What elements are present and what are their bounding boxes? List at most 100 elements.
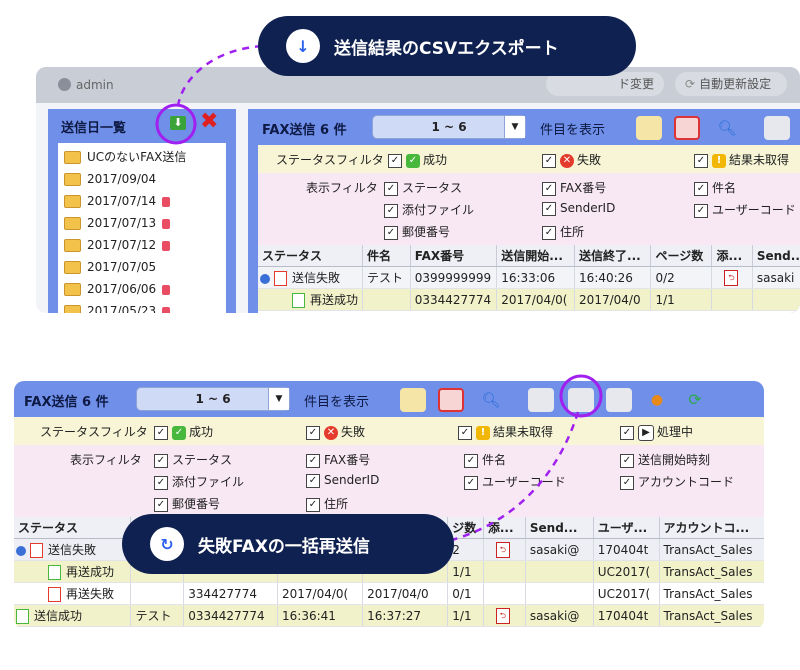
column-header[interactable]: ページ数	[650, 245, 713, 267]
collapse-toggle-icon[interactable]	[260, 273, 270, 284]
refresh-icon[interactable]: ⟳	[682, 388, 708, 412]
display-filter-option[interactable]: ✓ ステータス	[384, 179, 462, 196]
display-filter-option[interactable]: ✓ 添付ファイル	[384, 201, 474, 218]
column-header[interactable]: ステータス	[14, 517, 132, 539]
status-filter-option[interactable]: ✓! 結果未取得	[458, 423, 553, 440]
column-header[interactable]: Send...	[752, 245, 800, 267]
status-filter-option[interactable]: ✓ ✕ 失敗	[306, 423, 365, 440]
display-filter-option[interactable]: ✓ アカウントコード	[620, 473, 734, 490]
checkbox-checked[interactable]: ✓	[154, 497, 168, 512]
checkbox-checked[interactable]: ✓	[154, 453, 168, 468]
checkbox-checked[interactable]: ✓	[306, 425, 320, 440]
sidebar-item[interactable]: 2017/07/12	[64, 235, 171, 255]
column-header[interactable]: 送信開始...	[496, 245, 576, 267]
checkbox-checked[interactable]: ✓	[464, 475, 478, 490]
sidebar-item[interactable]: 2017/07/13	[64, 213, 171, 233]
display-filter-option[interactable]: ✓ 住所	[306, 495, 348, 512]
column-header[interactable]: FAX番号	[410, 245, 498, 267]
sidebar-item[interactable]: 2017/07/14	[64, 191, 171, 211]
page-range-select[interactable]: 1 ~ 6 ▼	[372, 115, 526, 139]
display-filter-option[interactable]: ✓ FAX番号	[542, 179, 606, 196]
table-row[interactable]: 送信成功 テスト 0334427774 16:36:41 16:37:27 1/1 ⮌ sas…	[14, 604, 764, 627]
status-filter-option[interactable]: ✓ ▶ 処理中	[620, 423, 693, 441]
checkbox-checked[interactable]: ✓	[384, 225, 398, 240]
display-filter-option[interactable]: ✓ 郵便番号	[154, 495, 220, 512]
checkbox-checked[interactable]: ✓	[542, 225, 556, 240]
display-filter-option[interactable]: ✓ ユーザーコード	[464, 473, 566, 490]
display-filter-option[interactable]: ✓ 住所	[542, 223, 584, 240]
column-header[interactable]: ユーザ...	[593, 517, 660, 539]
display-filter-option[interactable]: ✓ 添付ファイル	[154, 473, 244, 490]
pdf-icon[interactable]: ⮌	[495, 542, 510, 558]
checkbox-checked[interactable]: ✓	[694, 203, 708, 218]
checkbox-checked[interactable]: ✓	[154, 425, 168, 440]
status-filter-option[interactable]: ✓ ✓ 成功	[388, 151, 447, 168]
column-header[interactable]: ジ数	[447, 517, 484, 539]
status-filter-option[interactable]: ✓! 結果未取得	[694, 151, 789, 168]
page-range-select[interactable]: 1 ~ 6 ▼	[136, 387, 290, 411]
status-filter-option[interactable]: ✓ ✕ 失敗	[542, 151, 601, 168]
auto-refresh-settings-button[interactable]: ⟳ 自動更新設定	[675, 72, 787, 96]
display-filter-option[interactable]: ✓ 件名	[464, 451, 506, 468]
range-suffix: 件目を表示	[304, 395, 370, 410]
status-filter-option[interactable]: ✓ ✓ 成功	[154, 423, 213, 440]
checkbox-checked[interactable]: ✓	[542, 181, 556, 196]
checkbox-checked[interactable]: ✓	[458, 425, 472, 440]
column-header[interactable]: 送信終了...	[574, 245, 652, 267]
display-filter-option[interactable]: ✓ ユーザーコード	[694, 201, 796, 218]
sidebar-item[interactable]: 2017/06/06	[64, 279, 171, 299]
column-header[interactable]: ステータス	[258, 245, 364, 267]
document-icon[interactable]	[764, 116, 790, 140]
checkbox-checked[interactable]: ✓	[464, 453, 478, 468]
display-filter-option[interactable]: ✓ FAX番号	[306, 451, 370, 468]
checkbox-checked[interactable]: ✓	[694, 153, 708, 168]
table-row[interactable]: 送信失敗 テスト 0399999999 16:33:06 16:40:26 0/2 ⮌ sas…	[258, 266, 800, 289]
checkbox-checked[interactable]: ✓	[306, 497, 320, 512]
display-filter-option[interactable]: ✓ 郵便番号	[384, 223, 450, 240]
column-header[interactable]: 添...	[711, 245, 753, 267]
delete-icon[interactable]: ✖	[200, 109, 218, 134]
bulk-resend-icon[interactable]	[568, 388, 594, 412]
checkbox-checked[interactable]: ✓	[620, 425, 634, 440]
display-filter-option[interactable]: ✓ 件名	[694, 179, 736, 196]
checkbox-checked[interactable]: ✓	[620, 453, 634, 468]
checkbox-checked[interactable]: ✓	[542, 201, 556, 216]
display-filter-option[interactable]: ✓ ステータス	[154, 451, 232, 468]
collapse-toggle-icon[interactable]	[16, 545, 26, 556]
display-filter-option[interactable]: ✓ 送信開始時刻	[620, 451, 710, 468]
palette-icon[interactable]: ●	[644, 388, 670, 412]
table-row[interactable]: 再送成功 0334427774 2017/04/0(2017/04/0 1/1	[258, 288, 800, 311]
csv-export-icon[interactable]: ⬇	[170, 116, 186, 130]
pdf-icon[interactable]: ⮌	[495, 608, 510, 624]
checkbox-checked[interactable]: ✓	[620, 475, 634, 490]
print-icon[interactable]	[606, 388, 632, 412]
column-header[interactable]: アカウントコ...	[659, 517, 764, 539]
search-icon[interactable]: 🔍︎	[714, 116, 740, 140]
pdf-icon[interactable]: ⮌	[724, 270, 739, 286]
display-filter-option[interactable]: ✓ SenderID	[306, 473, 379, 488]
checkbox-checked[interactable]: ✓	[384, 203, 398, 218]
sidebar-item[interactable]: 2017/05/23	[64, 301, 171, 313]
calendar-icon[interactable]	[674, 116, 700, 140]
sidebar-item[interactable]: UCのないFAX送信	[64, 147, 186, 167]
checkbox-checked[interactable]: ✓	[306, 473, 320, 488]
column-header[interactable]: 件名	[362, 245, 411, 267]
display-filter-text: ユーザーコード	[712, 203, 796, 217]
document-icon[interactable]	[528, 388, 554, 412]
search-icon[interactable]: 🔍︎	[478, 388, 504, 412]
resend-icon[interactable]	[636, 116, 662, 140]
checkbox-checked[interactable]: ✓	[154, 475, 168, 490]
checkbox-checked[interactable]: ✓	[542, 153, 556, 168]
checkbox-checked[interactable]: ✓	[306, 453, 320, 468]
column-header[interactable]: 添...	[483, 517, 526, 539]
checkbox-checked[interactable]: ✓	[388, 153, 402, 168]
sidebar-item[interactable]: 2017/07/05	[64, 257, 156, 277]
table-row[interactable]: 再送失敗 334427774 2017/04/0(2017/04/0 0/1 UC201…	[14, 582, 764, 605]
calendar-icon[interactable]	[438, 388, 464, 412]
column-header[interactable]: Send...	[525, 517, 594, 539]
checkbox-checked[interactable]: ✓	[384, 181, 398, 196]
display-filter-option[interactable]: ✓ SenderID	[542, 201, 615, 216]
checkbox-checked[interactable]: ✓	[694, 181, 708, 196]
resend-icon[interactable]	[400, 388, 426, 412]
sidebar-item[interactable]: 2017/09/04	[64, 169, 156, 189]
